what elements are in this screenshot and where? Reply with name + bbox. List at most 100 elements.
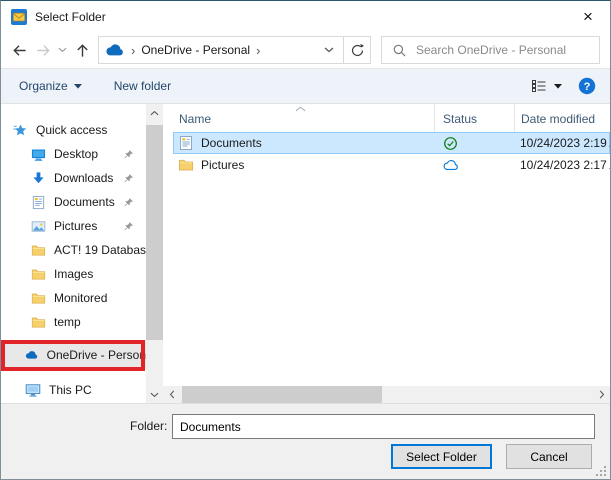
- scroll-right-arrow[interactable]: [593, 386, 610, 403]
- new-folder-label: New folder: [114, 79, 171, 93]
- help-icon: ?: [578, 77, 596, 95]
- document-icon: [178, 135, 194, 151]
- search-box: [381, 36, 600, 64]
- folder-icon: [31, 243, 46, 258]
- folder-icon: [178, 157, 194, 173]
- sidebar-item-pictures[interactable]: Pictures: [1, 214, 146, 238]
- sidebar-item-this-pc[interactable]: This PC: [1, 378, 146, 402]
- svg-text:?: ?: [584, 81, 591, 93]
- column-header-date-modified[interactable]: Date modified: [514, 104, 610, 132]
- status-cloud-icon: [443, 160, 459, 171]
- content-area: Quick access Desktop Downloads: [1, 104, 610, 403]
- recent-locations-button[interactable]: [55, 37, 70, 63]
- desktop-icon: [31, 147, 46, 162]
- details-view-icon: [531, 79, 547, 93]
- downloads-arrow-icon: [31, 171, 46, 186]
- title-bar: Select Folder ×: [1, 1, 610, 32]
- pin-icon: [123, 221, 134, 232]
- sidebar-item-label: Pictures: [54, 219, 97, 233]
- navigation-bar: › OneDrive - Personal ›: [1, 32, 610, 68]
- sidebar-item-label: temp: [54, 315, 81, 329]
- file-list-horizontal-scrollbar[interactable]: [163, 386, 610, 403]
- sidebar-item-desktop[interactable]: Desktop: [1, 142, 146, 166]
- chevron-up-icon: [150, 110, 159, 116]
- file-row-pictures[interactable]: Pictures 10/24/2023 2:17 A: [173, 154, 610, 176]
- sidebar-item-label: Quick access: [36, 123, 107, 137]
- file-name: Pictures: [201, 158, 244, 172]
- chevron-down-icon: [324, 47, 334, 53]
- caret-down-icon: [554, 84, 562, 89]
- organize-button[interactable]: Organize: [19, 79, 82, 93]
- search-input[interactable]: [416, 43, 593, 57]
- sidebar-item-temp[interactable]: temp: [1, 310, 146, 334]
- scroll-up-arrow[interactable]: [146, 104, 163, 121]
- sidebar-item-label: Monitored: [54, 291, 107, 305]
- status-synced-icon: [443, 136, 458, 151]
- help-button[interactable]: ?: [578, 77, 596, 95]
- sidebar-item-quick-access[interactable]: Quick access: [1, 118, 146, 142]
- refresh-icon: [350, 43, 365, 58]
- sidebar-vertical-scrollbar[interactable]: [146, 104, 163, 403]
- chevron-down-icon: [150, 392, 159, 398]
- chevron-down-icon: [58, 47, 67, 53]
- scrollbar-track[interactable]: [180, 386, 593, 403]
- folder-icon: [31, 315, 46, 330]
- pin-icon: [123, 173, 134, 184]
- refresh-button[interactable]: [344, 36, 371, 64]
- cancel-button[interactable]: Cancel: [506, 444, 592, 469]
- sidebar-item-label: Downloads: [54, 171, 113, 185]
- sidebar-item-monitored[interactable]: Monitored: [1, 286, 146, 310]
- organize-label: Organize: [19, 79, 68, 93]
- sidebar-item-label: Documents: [54, 195, 115, 209]
- sidebar-item-downloads[interactable]: Downloads: [1, 166, 146, 190]
- change-view-button[interactable]: [531, 79, 562, 93]
- name-cell: Documents: [173, 135, 434, 151]
- new-folder-button[interactable]: New folder: [114, 79, 171, 93]
- scroll-down-arrow[interactable]: [146, 386, 163, 403]
- name-cell: Pictures: [173, 157, 434, 173]
- scroll-left-arrow[interactable]: [163, 386, 180, 403]
- folder-icon: [31, 267, 46, 282]
- sidebar-item-images[interactable]: Images: [1, 262, 146, 286]
- sidebar-item-label: OneDrive - Person: [47, 348, 146, 362]
- status-cell: [434, 136, 514, 151]
- folder-name-input[interactable]: [172, 414, 595, 439]
- sidebar-item-onedrive-personal[interactable]: OneDrive - Person: [1, 341, 146, 369]
- back-button[interactable]: [7, 37, 31, 63]
- column-header-status[interactable]: Status: [434, 104, 514, 132]
- chevron-left-icon: [169, 390, 175, 399]
- resize-grip[interactable]: [596, 466, 607, 477]
- back-arrow-icon: [11, 42, 28, 59]
- sidebar-item-act-19-databases[interactable]: ACT! 19 Databas: [1, 238, 146, 262]
- address-dropdown-button[interactable]: [321, 47, 337, 53]
- app-icon: [11, 9, 27, 25]
- forward-button[interactable]: [31, 37, 55, 63]
- file-name: Documents: [201, 136, 262, 150]
- sidebar-item-label: Images: [54, 267, 93, 281]
- navigation-pane: Quick access Desktop Downloads: [1, 104, 146, 403]
- search-icon: [392, 43, 407, 58]
- breadcrumb-separator: ›: [131, 43, 135, 58]
- pictures-icon: [31, 219, 46, 234]
- scrollbar-thumb[interactable]: [182, 386, 382, 403]
- folder-label: Folder:: [130, 419, 167, 433]
- onedrive-cloud-icon: [105, 44, 125, 56]
- chevron-right-icon: [599, 390, 605, 399]
- file-row-documents[interactable]: Documents 10/24/2023 2:19 A: [173, 132, 610, 154]
- onedrive-cloud-icon: [25, 349, 39, 361]
- sort-ascending-icon: [295, 106, 306, 112]
- folder-icon: [31, 291, 46, 306]
- document-icon: [31, 195, 46, 210]
- scrollbar-track[interactable]: [146, 121, 163, 386]
- forward-arrow-icon: [35, 42, 52, 59]
- this-pc-icon: [25, 382, 41, 398]
- breadcrumb-root[interactable]: OneDrive - Personal: [141, 43, 250, 57]
- select-folder-button[interactable]: Select Folder: [391, 444, 492, 469]
- up-button[interactable]: [70, 37, 94, 63]
- dialog-footer: Folder: Select Folder Cancel: [1, 403, 610, 480]
- sidebar-item-documents[interactable]: Documents: [1, 190, 146, 214]
- breadcrumb-separator: ›: [256, 43, 260, 58]
- address-bar[interactable]: › OneDrive - Personal ›: [98, 36, 344, 64]
- close-button[interactable]: ×: [576, 7, 600, 27]
- scrollbar-thumb[interactable]: [146, 125, 163, 340]
